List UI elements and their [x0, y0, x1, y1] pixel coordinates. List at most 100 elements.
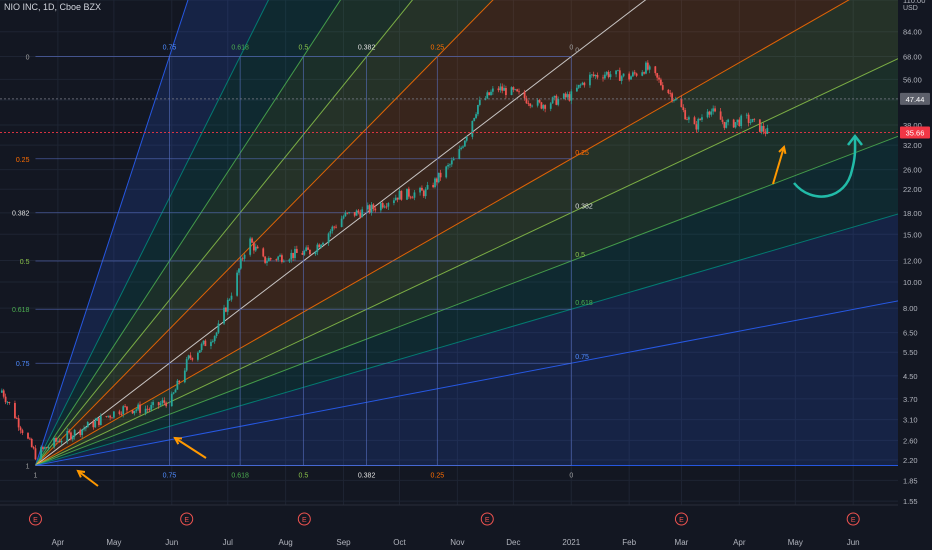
candle-body [152, 402, 154, 405]
x-tick-label: Feb [622, 538, 636, 547]
candle-body [4, 396, 7, 403]
candle-body [204, 340, 207, 347]
y-tick-label: 68.00 [903, 53, 922, 62]
candle-body [73, 429, 76, 437]
candle-body [505, 87, 507, 96]
candle-body [47, 447, 50, 449]
candle-body [458, 149, 461, 159]
candle-body [577, 84, 580, 88]
candle-body [396, 197, 399, 200]
candle-body [421, 187, 423, 191]
candle-body [161, 400, 164, 404]
fan-label-bottom: 0.382 [358, 472, 376, 479]
candle-body [144, 408, 147, 413]
candle-body [185, 359, 188, 371]
candle-body [551, 97, 554, 104]
candle-body [740, 115, 743, 127]
fan-label-top: 0.25 [431, 45, 445, 52]
candle-body [14, 403, 16, 419]
candle-body [514, 89, 517, 91]
candle-body [589, 74, 591, 86]
candle-body [236, 272, 239, 296]
candle-body [340, 218, 343, 227]
fan-label-right: 0 [575, 48, 579, 55]
fan-label-left: 0.25 [16, 157, 30, 164]
candle-body [71, 436, 74, 440]
chart-canvas[interactable]: 0.75 0.618 0.5 0.382 0.25 0 0.75 0.618 0.5 0.382 0… [0, 0, 932, 550]
candle-body [697, 118, 700, 130]
candle-body [473, 117, 476, 121]
candle-body [122, 406, 125, 415]
candle-body [695, 124, 698, 130]
candle-body [58, 440, 61, 443]
candle-body [383, 206, 386, 208]
candle-body [426, 185, 429, 190]
candle-body [631, 72, 634, 77]
fan-label-left: 0 [26, 55, 30, 62]
candle-body [55, 438, 57, 442]
candle-body [478, 99, 481, 105]
candle-body [157, 402, 160, 406]
candle-body [92, 422, 95, 428]
candle-body [708, 111, 711, 115]
candle-body [366, 205, 369, 210]
candle-body [450, 160, 453, 165]
candle-body [475, 114, 477, 118]
candle-body [137, 404, 140, 410]
candle-body [381, 203, 384, 208]
candle-body [749, 122, 752, 123]
candle-body [327, 233, 330, 243]
y-tick-label: 15.00 [903, 230, 922, 239]
candle-body [609, 74, 612, 78]
candle-body [499, 86, 502, 91]
y-tick-label: 3.70 [903, 395, 918, 404]
candle-body [217, 323, 220, 333]
y-tick-label: 22.00 [903, 185, 922, 194]
candle-body [758, 119, 761, 132]
candle-body [659, 79, 662, 86]
fan-label-right: 0.25 [575, 150, 589, 157]
candle-body [682, 107, 685, 111]
earnings-marker-label: E [485, 517, 490, 524]
x-tick-label: Mar [675, 538, 689, 547]
x-tick-label: Oct [393, 538, 406, 547]
candle-body [264, 256, 267, 263]
candle-body [309, 249, 311, 255]
candle-body [671, 93, 673, 101]
earnings-marker-label: E [302, 517, 307, 524]
candle-body [159, 403, 162, 406]
candle-body [734, 122, 737, 128]
candle-body [538, 100, 541, 103]
candle-body [581, 82, 584, 85]
candle-body [200, 344, 203, 351]
price-tag-label: 35.66 [906, 128, 925, 137]
candle-body [215, 332, 218, 336]
candle-body [279, 255, 281, 257]
candle-body [83, 428, 85, 430]
candle-body [615, 70, 617, 75]
candle-body [281, 255, 283, 262]
y-tick-label: 1.85 [903, 476, 918, 485]
x-tick-label: Apr [52, 538, 65, 547]
candle-body [477, 104, 479, 115]
x-tick-label: 2021 [562, 538, 580, 547]
candle-body [465, 136, 468, 141]
candle-body [725, 122, 728, 128]
candle-body [344, 212, 347, 217]
candle-body [570, 91, 573, 101]
candle-body [424, 189, 427, 197]
x-tick-label: May [106, 538, 121, 547]
candle-body [202, 340, 205, 345]
candle-body [84, 427, 87, 429]
candle-body [353, 212, 356, 216]
candle-body [523, 91, 526, 99]
candle-body [318, 244, 321, 248]
earnings-marker-label: E [679, 517, 684, 524]
candle-body [648, 66, 651, 70]
candle-body [262, 248, 265, 257]
candle-body [112, 411, 115, 418]
candle-body [488, 92, 491, 96]
candle-body [148, 409, 151, 411]
candle-body [303, 251, 306, 255]
candle-body [766, 128, 769, 134]
